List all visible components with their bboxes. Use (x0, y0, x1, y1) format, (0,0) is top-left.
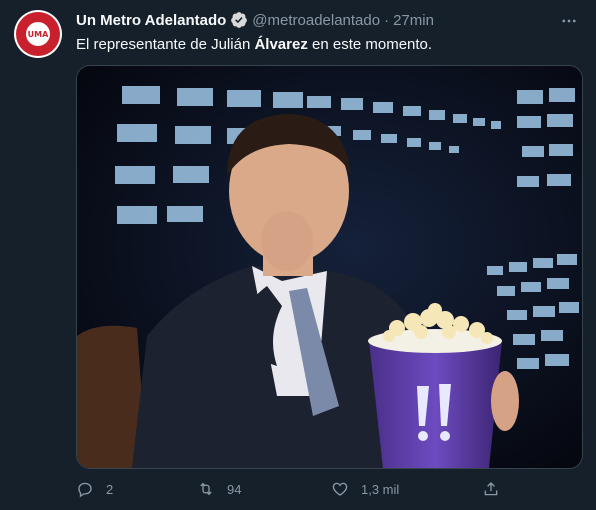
retweet-count: 94 (227, 481, 242, 497)
avatar-logo: UMA (16, 12, 60, 56)
media-illustration (77, 66, 582, 468)
reply-icon (78, 482, 92, 498)
tweet-actions: 2 94 1,3 mil (76, 478, 506, 500)
author-name[interactable]: Un Metro Adelantado (76, 12, 226, 29)
avatar[interactable]: UMA (14, 10, 62, 58)
author-handle[interactable]: @metroadelantado (252, 12, 380, 29)
tweet[interactable]: UMA Un Metro Adelantado @metroadelantado… (0, 0, 596, 510)
share-icon (484, 482, 498, 496)
retweet-icon (200, 482, 212, 496)
retweet-button[interactable]: 94 (197, 478, 241, 500)
heart-icon (332, 482, 348, 496)
avatar-text: UMA (26, 22, 50, 46)
like-count: 1,3 mil (361, 481, 400, 497)
tweet-media-image[interactable] (76, 65, 583, 469)
tweet-text-part: El representante de Julián (76, 36, 255, 53)
reply-button[interactable]: 2 (76, 478, 113, 500)
like-button[interactable]: 1,3 mil (331, 478, 399, 500)
more-options-icon[interactable] (558, 10, 580, 32)
separator-dot: · (384, 11, 390, 29)
reply-count: 2 (106, 481, 114, 497)
tweet-text-part: en este momento. (307, 36, 433, 53)
tweet-text-bold[interactable]: Álvarez (254, 36, 307, 53)
verified-badge-icon (231, 12, 248, 28)
tweet-time[interactable]: 27min (393, 12, 434, 29)
share-button[interactable] (482, 478, 512, 500)
tweet-header: Un Metro Adelantado @metroadelantado · 2… (76, 10, 434, 30)
tweet-text: El representante de Julián Álvarez en es… (76, 35, 432, 55)
